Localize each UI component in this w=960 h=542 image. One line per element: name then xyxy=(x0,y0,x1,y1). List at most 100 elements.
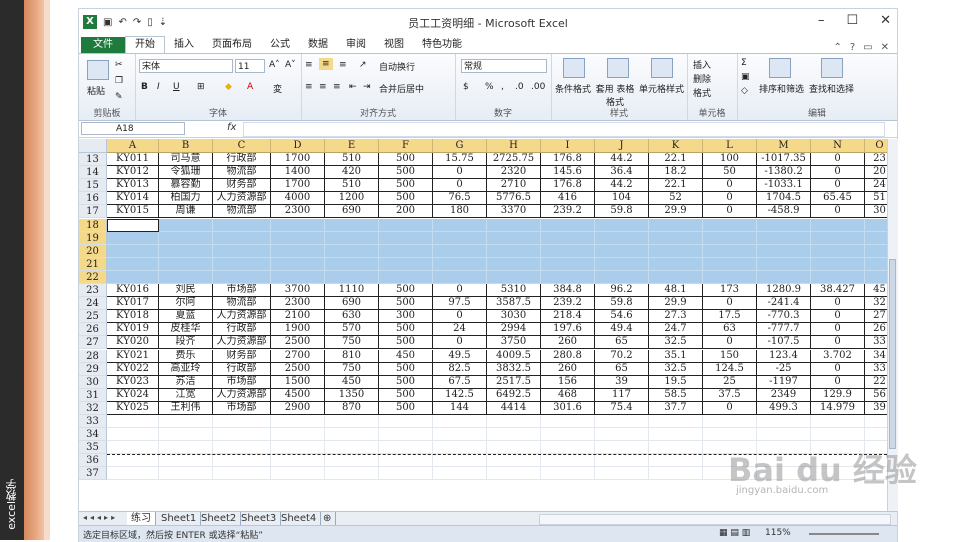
cell-b36[interactable] xyxy=(159,454,213,468)
cell-e20[interactable] xyxy=(325,244,379,258)
cell-m21[interactable] xyxy=(757,257,811,271)
cell-e27[interactable]: 750 xyxy=(325,336,379,350)
cell-f17[interactable]: 200 xyxy=(379,205,433,219)
cell-l32[interactable]: 0 xyxy=(703,401,757,415)
tab-insert[interactable]: 插入 xyxy=(165,37,203,53)
cell-k20[interactable] xyxy=(649,244,703,258)
row-header[interactable]: 33 xyxy=(79,415,107,429)
cell-n16[interactable]: 65.45 xyxy=(811,192,865,206)
cell-b23[interactable]: 刘民 xyxy=(159,284,213,298)
cell-a13[interactable]: KY011 xyxy=(107,153,159,167)
cell-a37[interactable] xyxy=(107,467,159,481)
cell-m23[interactable]: 1280.9 xyxy=(757,284,811,298)
column-header-c[interactable]: C xyxy=(213,139,271,153)
cell-i21[interactable] xyxy=(541,257,595,271)
cell-m32[interactable]: 499.3 xyxy=(757,401,811,415)
cell-g16[interactable]: 76.5 xyxy=(433,192,487,206)
cell-k30[interactable]: 19.5 xyxy=(649,375,703,389)
cell-k29[interactable]: 32.5 xyxy=(649,362,703,376)
close-workbook-icon[interactable]: ✕ xyxy=(881,42,889,53)
row-header[interactable]: 20 xyxy=(79,244,107,258)
cell-o28[interactable]: 34 xyxy=(865,350,887,363)
cell-m34[interactable] xyxy=(757,428,811,442)
align-bottom-icon[interactable]: ≡ xyxy=(339,60,347,70)
cell-c31[interactable]: 人力资源部 xyxy=(213,388,271,402)
italic-button[interactable]: I xyxy=(157,82,160,92)
cell-m31[interactable]: 2349 xyxy=(757,388,811,402)
cell-j32[interactable]: 75.4 xyxy=(595,401,649,415)
cell-n25[interactable]: 0 xyxy=(811,310,865,324)
cell-j25[interactable]: 54.6 xyxy=(595,310,649,324)
cell-o14[interactable]: 20 xyxy=(865,166,887,180)
column-header-k[interactable]: K xyxy=(649,139,703,153)
cell-l34[interactable] xyxy=(703,428,757,442)
cell-k13[interactable]: 22.1 xyxy=(649,153,703,167)
cell-e15[interactable]: 510 xyxy=(325,179,379,193)
cell-e30[interactable]: 450 xyxy=(325,375,379,389)
horizontal-scrollbar[interactable] xyxy=(539,514,891,525)
cell-n21[interactable] xyxy=(811,257,865,271)
collapse-ribbon-icon[interactable]: ⌃ xyxy=(833,42,841,53)
cell-j36[interactable] xyxy=(595,454,649,468)
cell-f18[interactable] xyxy=(379,218,433,232)
cell-a24[interactable]: KY017 xyxy=(107,297,159,311)
align-center-icon[interactable]: ≡ xyxy=(319,82,327,92)
tab-page-layout[interactable]: 页面布局 xyxy=(203,37,261,53)
border-icon[interactable]: ⊞ xyxy=(197,82,205,92)
cell-h23[interactable]: 5310 xyxy=(487,284,541,298)
number-format-select[interactable]: 常规 xyxy=(461,59,547,73)
clear-icon[interactable]: ◇ xyxy=(741,86,748,96)
cell-f34[interactable] xyxy=(379,428,433,442)
cell-b19[interactable] xyxy=(159,231,213,245)
cell-a21[interactable] xyxy=(107,257,159,271)
sheet-tab-2[interactable]: Sheet2 xyxy=(197,512,242,525)
cell-h22[interactable] xyxy=(487,270,541,284)
cell-b20[interactable] xyxy=(159,244,213,258)
cell-c23[interactable]: 市场部 xyxy=(213,284,271,298)
cell-n19[interactable] xyxy=(811,231,865,245)
cell-o20[interactable] xyxy=(865,244,887,258)
cell-c33[interactable] xyxy=(213,415,271,429)
sort-filter-button[interactable]: 排序和筛选 xyxy=(759,82,804,95)
wrap-text-button[interactable]: 自动换行 xyxy=(379,60,415,73)
column-header-a[interactable]: A xyxy=(107,139,159,153)
cell-e23[interactable]: 1110 xyxy=(325,284,379,298)
cell-h18[interactable] xyxy=(487,218,541,232)
cell-a26[interactable]: KY019 xyxy=(107,323,159,337)
cell-m13[interactable]: -1017.35 xyxy=(757,153,811,167)
cell-e18[interactable] xyxy=(325,218,379,232)
shrink-font-icon[interactable]: A˅ xyxy=(285,60,296,70)
row-header[interactable]: 24 xyxy=(79,297,107,311)
cell-i13[interactable]: 176.8 xyxy=(541,153,595,167)
cell-e19[interactable] xyxy=(325,231,379,245)
cell-g20[interactable] xyxy=(433,244,487,258)
zoom-slider[interactable] xyxy=(809,533,879,535)
row-header[interactable]: 30 xyxy=(79,375,107,389)
cell-n14[interactable]: 0 xyxy=(811,166,865,180)
row-header[interactable]: 32 xyxy=(79,401,107,415)
copy-icon[interactable]: ❐ xyxy=(115,76,123,86)
font-size-select[interactable]: 11 xyxy=(235,59,265,73)
cell-a18[interactable] xyxy=(107,218,159,232)
cell-h13[interactable]: 2725.75 xyxy=(487,153,541,167)
cell-c32[interactable]: 市场部 xyxy=(213,401,271,415)
cell-l20[interactable] xyxy=(703,244,757,258)
cell-c29[interactable]: 行政部 xyxy=(213,362,271,376)
row-header[interactable]: 31 xyxy=(79,388,107,402)
row-header[interactable]: 28 xyxy=(79,349,107,363)
cell-g18[interactable] xyxy=(433,218,487,232)
cell-k37[interactable] xyxy=(649,467,703,481)
cell-n17[interactable]: 0 xyxy=(811,205,865,219)
cell-m33[interactable] xyxy=(757,415,811,429)
cell-h37[interactable] xyxy=(487,467,541,481)
cell-j13[interactable]: 44.2 xyxy=(595,153,649,167)
cell-j21[interactable] xyxy=(595,257,649,271)
cell-e33[interactable] xyxy=(325,415,379,429)
cell-k18[interactable] xyxy=(649,218,703,232)
cell-f36[interactable] xyxy=(379,454,433,468)
tab-review[interactable]: 审阅 xyxy=(337,37,375,53)
cell-c27[interactable]: 人力资源部 xyxy=(213,336,271,350)
cell-m26[interactable]: -777.7 xyxy=(757,323,811,337)
cell-g28[interactable]: 49.5 xyxy=(433,349,487,363)
cell-c36[interactable] xyxy=(213,454,271,468)
